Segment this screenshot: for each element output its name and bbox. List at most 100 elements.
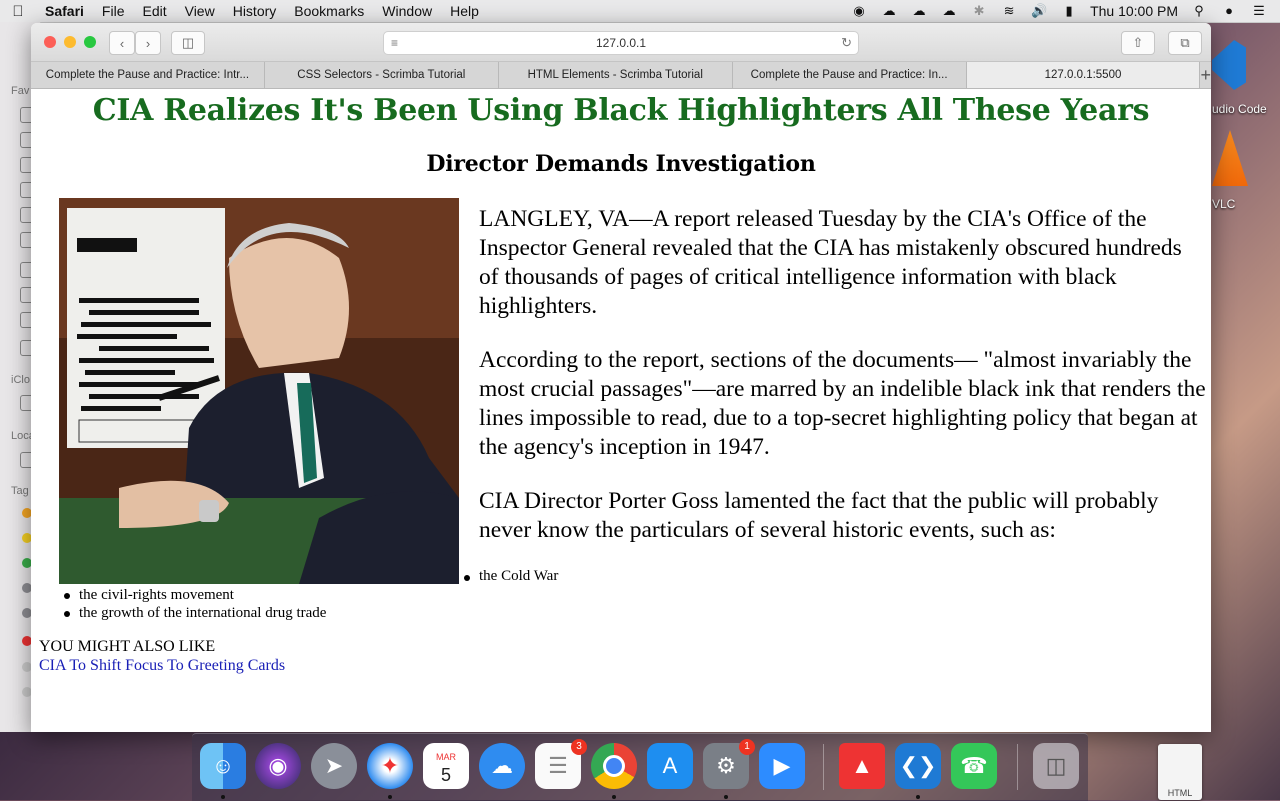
- minimize-window-button[interactable]: [64, 36, 76, 48]
- vscode-desktop-label: udio Code: [1212, 102, 1267, 116]
- article-photo: [59, 198, 459, 584]
- events-list: the Cold War: [463, 568, 559, 585]
- tab-pause-practice-1[interactable]: Complete the Pause and Practice: Intr...: [31, 62, 265, 88]
- running-indicator: [916, 795, 920, 799]
- spotlight-search-icon[interactable]: ⚲: [1190, 4, 1208, 18]
- tab-bar: Complete the Pause and Practice: Intr...…: [31, 62, 1211, 89]
- safari-window: ‹ › ◫ ≡ 127.0.0.1 ↻ ⇧ ⧉ Complete the Pau…: [31, 23, 1211, 732]
- forward-button[interactable]: ›: [135, 31, 161, 55]
- chrome-dock-icon[interactable]: [591, 743, 637, 789]
- running-indicator: [724, 795, 728, 799]
- menu-view[interactable]: View: [176, 3, 224, 19]
- menu-window[interactable]: Window: [373, 3, 441, 19]
- tab-localhost[interactable]: 127.0.0.1:5500: [966, 62, 1201, 88]
- calendar-dock-icon[interactable]: MAR 5: [423, 743, 469, 789]
- menu-edit[interactable]: Edit: [133, 3, 175, 19]
- tabs-overview-button[interactable]: ⧉: [1168, 31, 1202, 55]
- bluetooth-icon[interactable]: ✱: [970, 4, 988, 18]
- close-window-button[interactable]: [44, 36, 56, 48]
- page-headline: CIA Realizes It's Been Using Black Highl…: [92, 93, 1150, 128]
- battery-icon[interactable]: ▮: [1060, 4, 1078, 18]
- system-preferences-badge: 1: [739, 739, 755, 755]
- tabs-icon: ⧉: [1180, 35, 1190, 50]
- page-subheadline: Director Demands Investigation: [426, 151, 816, 177]
- reminders-dock-icon[interactable]: ☰ 3: [535, 739, 587, 789]
- back-button[interactable]: ‹: [109, 31, 135, 55]
- reminders-badge: 3: [571, 739, 587, 755]
- chevron-right-icon: ›: [145, 35, 151, 51]
- events-list-continued: the civil-rights movement the growth of …: [63, 586, 327, 622]
- article-body: LANGLEY, VA—A report released Tuesday by…: [479, 205, 1207, 570]
- launchpad-dock-icon[interactable]: ➤: [311, 743, 357, 789]
- zoom-window-button[interactable]: [84, 36, 96, 48]
- menu-bar:  Safari File Edit View History Bookmark…: [0, 0, 1280, 23]
- menu-file[interactable]: File: [93, 3, 134, 19]
- tab-css-selectors[interactable]: CSS Selectors - Scrimba Tutorial: [265, 62, 499, 88]
- share-icon: ⇧: [1132, 35, 1144, 50]
- popcorn-time-dock-icon[interactable]: ▲: [839, 743, 885, 789]
- menu-app-name[interactable]: Safari: [36, 3, 93, 19]
- cloud-upload-dock-icon[interactable]: ☁: [479, 743, 525, 789]
- html-file-desktop-icon[interactable]: HTML: [1158, 744, 1202, 800]
- also-like-heading: YOU MIGHT ALSO LIKE: [39, 638, 216, 655]
- article-paragraph: LANGLEY, VA—A report released Tuesday by…: [479, 206, 1182, 319]
- sidebar-toggle-button[interactable]: ◫: [171, 31, 205, 55]
- running-indicator: [221, 795, 225, 799]
- address-text: 127.0.0.1: [595, 36, 647, 50]
- new-tab-button[interactable]: +: [1200, 62, 1211, 88]
- user-avatar-icon[interactable]: ●: [1220, 4, 1238, 18]
- tab-pause-practice-2[interactable]: Complete the Pause and Practice: In...: [733, 62, 967, 88]
- cloud-icon[interactable]: ☁: [940, 4, 958, 18]
- safari-dock-icon[interactable]: ✦: [367, 743, 413, 789]
- article-paragraph: CIA Director Porter Goss lamented the fa…: [479, 488, 1159, 543]
- system-preferences-dock-icon[interactable]: ⚙ 1: [703, 739, 755, 789]
- menu-clock[interactable]: Thu 10:00 PM: [1090, 3, 1178, 19]
- list-item: the civil-rights movement: [63, 586, 326, 604]
- list-item: the Cold War: [463, 568, 559, 584]
- finder-icloud-label: iClo: [11, 374, 30, 386]
- sidebar-icon: ◫: [181, 35, 195, 50]
- siri-dock-icon[interactable]: ◉: [255, 743, 301, 789]
- finder-tags-label: Tag: [11, 485, 29, 497]
- apple-menu-icon[interactable]: : [0, 3, 36, 20]
- vlc-desktop-icon[interactable]: [1212, 130, 1248, 186]
- article-paragraph: According to the report, sections of the…: [479, 347, 1206, 460]
- share-button[interactable]: ⇧: [1121, 31, 1155, 55]
- menu-bookmarks[interactable]: Bookmarks: [285, 3, 373, 19]
- zoom-dock-icon[interactable]: ▶: [759, 743, 805, 789]
- vlc-desktop-label: VLC: [1212, 197, 1236, 211]
- vscode-desktop-icon[interactable]: [1212, 40, 1246, 90]
- menu-help[interactable]: Help: [441, 3, 488, 19]
- cloud-upload-icon[interactable]: ☁: [880, 4, 898, 18]
- calendar-day: 5: [440, 765, 451, 785]
- running-indicator: [388, 795, 392, 799]
- list-item: the growth of the international drug tra…: [63, 605, 327, 621]
- volume-icon[interactable]: 🔊: [1030, 4, 1048, 18]
- also-like-link[interactable]: CIA To Shift Focus To Greeting Cards: [39, 657, 285, 675]
- finder-dock-icon[interactable]: ☺: [200, 743, 246, 789]
- cloud-sync-icon[interactable]: ☁: [910, 4, 928, 18]
- dock-separator: [823, 744, 824, 790]
- vscode-dock-icon[interactable]: ❮❯: [895, 743, 941, 789]
- dock-separator: [1017, 744, 1018, 790]
- tab-html-elements[interactable]: HTML Elements - Scrimba Tutorial: [499, 62, 733, 88]
- photo-illustration: [59, 198, 459, 584]
- chevron-left-icon: ‹: [119, 35, 125, 51]
- plus-icon: +: [1200, 64, 1211, 85]
- wifi-icon[interactable]: ≋: [1000, 4, 1018, 18]
- running-indicator: [612, 795, 616, 799]
- creative-cloud-icon[interactable]: ◉: [850, 4, 868, 18]
- facetime-dock-icon[interactable]: ☎: [951, 743, 997, 789]
- dock: ☺ ◉ ➤ ✦ MAR 5 ☁ ☰ 3 A ⚙ 1 ▶ ▲ ❮❯ ☎ ◫: [192, 733, 1088, 801]
- safari-toolbar: ‹ › ◫ ≡ 127.0.0.1 ↻ ⇧ ⧉: [31, 23, 1211, 62]
- address-bar[interactable]: ≡ 127.0.0.1 ↻: [383, 31, 859, 55]
- reload-icon[interactable]: ↻: [841, 35, 852, 51]
- notification-center-icon[interactable]: ☰: [1250, 4, 1268, 18]
- app-store-dock-icon[interactable]: A: [647, 743, 693, 789]
- reader-icon[interactable]: ≡: [391, 36, 398, 50]
- trash-dock-icon[interactable]: ◫: [1033, 743, 1079, 789]
- calendar-month: MAR: [436, 752, 456, 762]
- menu-history[interactable]: History: [224, 3, 286, 19]
- web-page: CIA Realizes It's Been Using Black Highl…: [31, 88, 1211, 732]
- finder-favorites-label: Fav: [11, 85, 30, 97]
